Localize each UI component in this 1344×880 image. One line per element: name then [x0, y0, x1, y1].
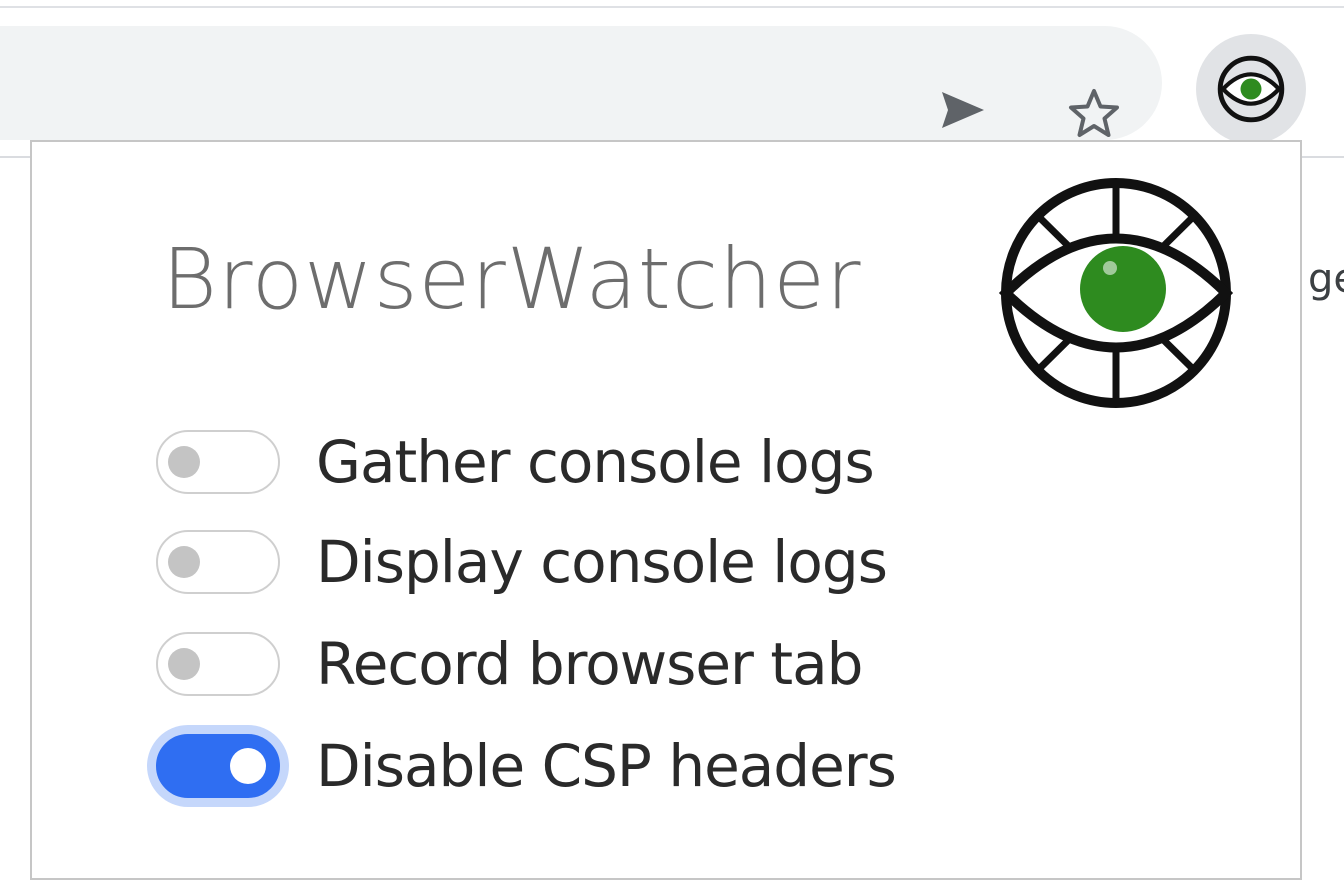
browserwatcher-eye-icon [1217, 55, 1285, 123]
eye-icon [998, 178, 1234, 408]
toggle-knob [230, 748, 266, 784]
star-icon[interactable] [1066, 86, 1122, 140]
send-icon[interactable] [938, 88, 988, 132]
extension-button[interactable] [1196, 34, 1306, 144]
toggle-knob [168, 546, 200, 578]
toggle-display-console-logs[interactable] [156, 530, 280, 594]
option-label: Record browser tab [316, 630, 863, 698]
address-bar[interactable] [0, 26, 1162, 140]
window-top-border [0, 6, 1344, 8]
option-gather-console-logs[interactable]: Gather console logs [156, 422, 875, 502]
option-record-browser-tab[interactable]: Record browser tab [156, 624, 863, 704]
option-label: Disable CSP headers [316, 732, 897, 800]
toggle-knob [168, 648, 200, 680]
toggle-knob [168, 446, 200, 478]
option-label: Display console logs [316, 528, 888, 596]
extension-popup: BrowserWatcher Gather console logs Displ… [30, 140, 1302, 880]
option-display-console-logs[interactable]: Display console logs [156, 522, 888, 602]
option-disable-csp-headers[interactable]: Disable CSP headers [156, 726, 897, 806]
background-page-text: ge [1308, 256, 1344, 302]
popup-title: BrowserWatcher [162, 230, 862, 328]
toggle-gather-console-logs[interactable] [156, 430, 280, 494]
toggle-disable-csp-headers[interactable] [156, 734, 280, 798]
option-label: Gather console logs [316, 428, 875, 496]
toggle-record-browser-tab[interactable] [156, 632, 280, 696]
